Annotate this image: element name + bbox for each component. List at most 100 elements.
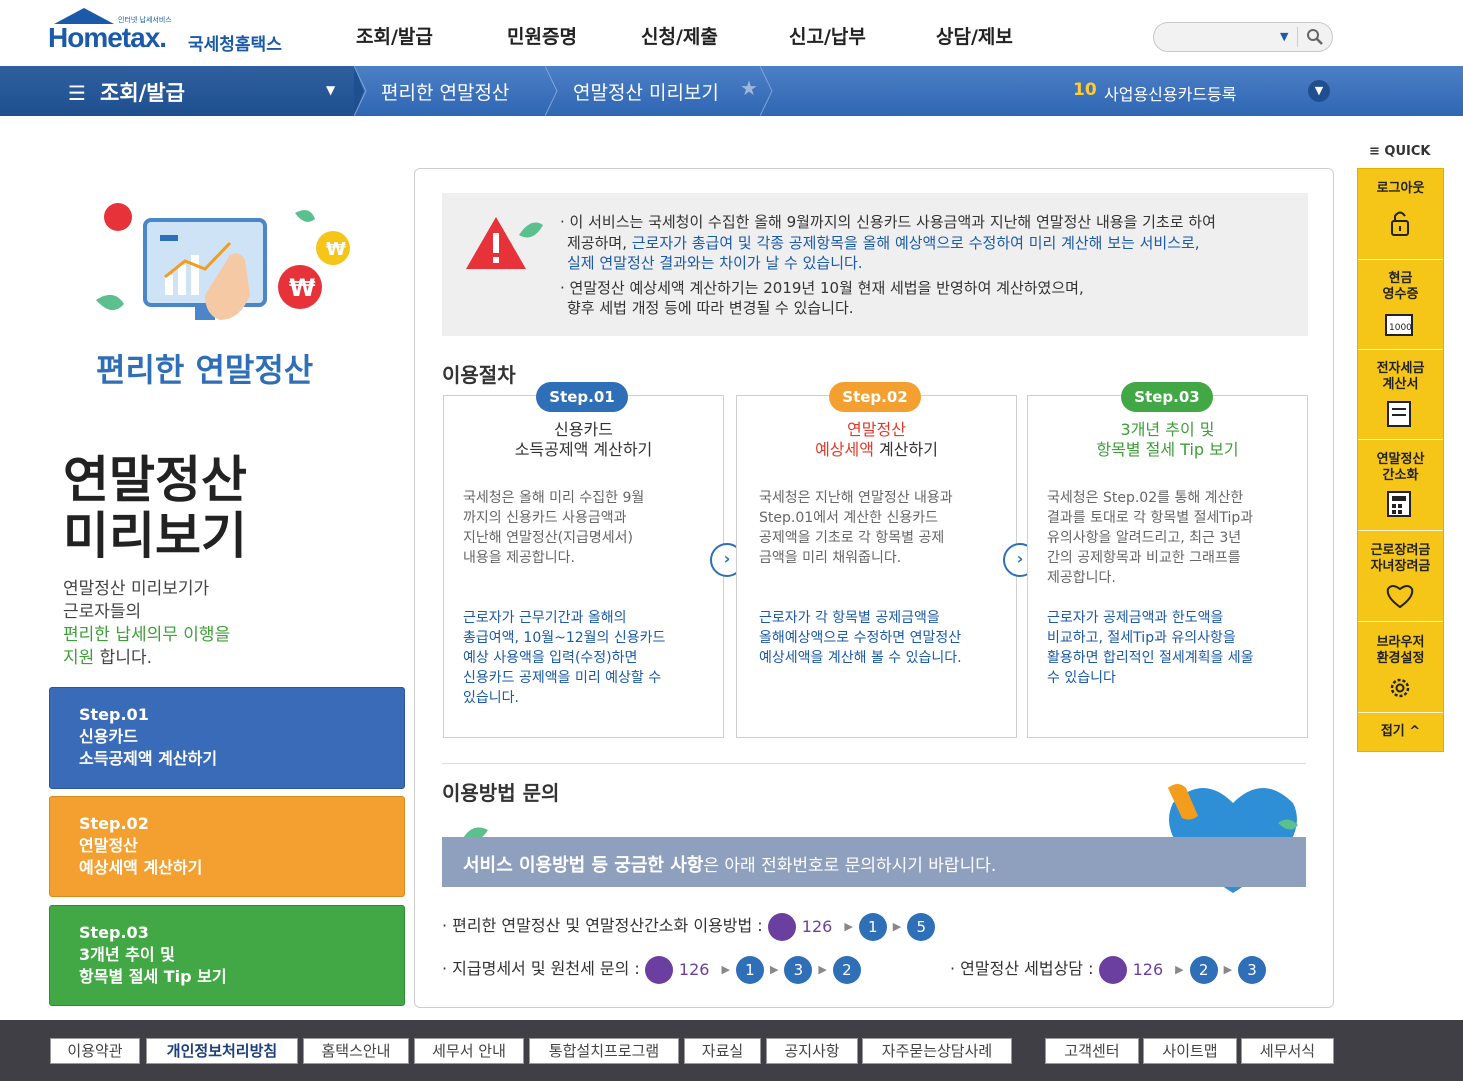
receipt-icon[interactable]: 1000 xyxy=(1382,309,1418,339)
arrow-right-icon: ▶ xyxy=(769,963,779,976)
step02-blue-line: 올해예상액으로 수정하면 연말정산 xyxy=(759,630,962,646)
desc-line4-green: 지원 xyxy=(63,648,95,668)
step03-line2: 3개년 추이 및 xyxy=(79,945,175,964)
header: 인터넷 납세서비스 Hometax. 국세청홈택스 조회/발급 민원증명 신청/… xyxy=(0,0,1463,66)
step01-card-title1: 신용카드 xyxy=(554,420,613,439)
contact-banner-text: 서비스 이용방법 등 궁금한 사항은 아래 전화번호로 문의하시기 바랍니다. xyxy=(463,851,996,877)
step01-blue-line: 예상 사용액을 입력(수정)하면 xyxy=(463,650,638,666)
phone-icon xyxy=(767,912,796,941)
calculator-icon[interactable] xyxy=(1382,489,1418,519)
step03-button[interactable]: Step.03 3개년 추이 및 항목별 절세 Tip 보기 xyxy=(49,905,405,1006)
step02-pill: Step.02 xyxy=(829,382,921,412)
quick-e-tax-invoice[interactable]: 전자세금 계산서 xyxy=(1358,361,1443,393)
search-divider xyxy=(1297,27,1298,47)
phone-line-usage-label: · 편리한 연말정산 및 연말정산간소화 이용방법 : xyxy=(442,916,763,935)
menu-dropdown[interactable]: ☰ 조회/발급 ▼ xyxy=(0,66,355,116)
phone-sequence: 126 ▶ 2 ▶ 3 xyxy=(1098,955,1267,984)
search-icon[interactable] xyxy=(1304,26,1326,48)
invoice-icon[interactable] xyxy=(1382,399,1418,429)
nav-inquiry-issue[interactable]: 조회/발급 xyxy=(356,22,433,49)
breadcrumb-convenient-yearend[interactable]: 편리한 연말정산 xyxy=(381,78,509,105)
step03-label: Step.03 xyxy=(79,923,149,942)
nav-consult-report[interactable]: 상담/제보 xyxy=(936,22,1013,49)
step01-body-line: 까지의 신용카드 사용금액과 xyxy=(463,510,627,526)
popular-rank-number: 10 xyxy=(1073,80,1097,100)
quick-logout[interactable]: 로그아웃 xyxy=(1358,181,1443,197)
step02-body-line: 국세청은 지난해 연말정산 내용과 xyxy=(759,490,953,506)
quick-collapse-label: 접기 xyxy=(1380,724,1405,739)
section-divider xyxy=(442,763,1306,764)
gear-icon[interactable] xyxy=(1382,673,1418,703)
phone-line-tax-consult-label: · 연말정산 세법상담 : xyxy=(950,959,1094,978)
quick-incentive-label1: 근로장려금 xyxy=(1370,543,1431,558)
quick-yearend-simplified[interactable]: 연말정산 간소화 xyxy=(1358,452,1443,484)
footer-link-tax-forms[interactable]: 세무서식 xyxy=(1241,1038,1334,1064)
step01-blue-line: 있습니다. xyxy=(463,690,519,706)
footer-link-terms[interactable]: 이용약관 xyxy=(50,1038,140,1064)
step01-body-line: 내용을 제공합니다. xyxy=(463,550,575,566)
step01-card-highlight: 근로자가 근무기간과 올해의 총급여액, 10월~12월의 신용카드 예상 사용… xyxy=(463,608,693,708)
quick-menu-title: ≡ QUICK xyxy=(1369,144,1431,159)
breadcrumb-yearend-preview[interactable]: 연말정산 미리보기 xyxy=(573,78,719,105)
footer-link-privacy[interactable]: 개인정보처리방침 xyxy=(146,1038,298,1064)
phone-line-withholding: · 지급명세서 및 원천세 문의 : 126 ▶ 1 ▶ 3 ▶ 2 xyxy=(442,955,861,984)
breadcrumb-chevron-icon xyxy=(354,66,367,116)
nav-civil-certificate[interactable]: 민원증명 xyxy=(507,22,577,49)
step02-button[interactable]: Step.02 연말정산 예상세액 계산하기 xyxy=(49,796,405,897)
arrow-right-icon: ▶ xyxy=(844,920,853,933)
hamburger-icon: ☰ xyxy=(68,81,86,105)
nav-report-pay[interactable]: 신고/납부 xyxy=(789,22,866,49)
quick-cash-receipt[interactable]: 현금 영수증 xyxy=(1358,271,1443,303)
quick-title-text: QUICK xyxy=(1384,144,1431,159)
nav-apply-submit[interactable]: 신청/제출 xyxy=(641,22,718,49)
quick-menu: 로그아웃 현금 영수증 1000 전자세금 계산서 연말정산 간소화 근로장려금 xyxy=(1357,168,1444,752)
footer-link-install[interactable]: 통합설치프로그램 xyxy=(529,1038,679,1064)
search-input[interactable] xyxy=(1164,27,1274,47)
step01-body-line: 지난해 연말정산(지급명세서) xyxy=(463,530,633,546)
quick-yearend-label2: 간소화 xyxy=(1382,468,1419,483)
logo-brand: Hometax. xyxy=(48,22,167,53)
notice-line3: 실제 연말정산 결과와는 차이가 날 수 있습니다. xyxy=(567,254,863,272)
heart-hands-icon[interactable] xyxy=(1382,581,1418,611)
footer-link-tax-office[interactable]: 세무서 안내 xyxy=(414,1038,524,1064)
footer-link-customer-center[interactable]: 고객센터 xyxy=(1045,1038,1139,1064)
notice-box: · 이 서비스는 국세청이 수집한 올해 9월까지의 신용카드 사용금액과 지난… xyxy=(442,193,1308,336)
phone-menu-digit: 1 xyxy=(735,955,764,984)
warning-icon xyxy=(466,217,543,269)
quick-earned-income-incentive[interactable]: 근로장려금 자녀장려금 xyxy=(1358,543,1443,575)
step01-label: Step.01 xyxy=(79,705,149,724)
step01-line3: 소득공제액 계산하기 xyxy=(79,749,218,768)
desc-line4-rest: 합니다. xyxy=(94,648,153,668)
unlock-icon[interactable] xyxy=(1382,209,1418,239)
chevron-down-icon[interactable]: ▼ xyxy=(1308,80,1330,102)
quick-cash-receipt-label1: 현금 xyxy=(1388,271,1413,286)
footer-link-faq[interactable]: 자주묻는상담사례 xyxy=(862,1038,1012,1064)
phone-menu-digit: 2 xyxy=(832,955,861,984)
breadcrumb-chevron-icon xyxy=(760,66,773,116)
svg-text:₩: ₩ xyxy=(289,274,316,302)
step03-card-body: 국세청은 Step.02를 통해 계산한 결과를 토대로 각 항목별 절세Tip… xyxy=(1047,488,1283,588)
footer-link-notice[interactable]: 공지사항 xyxy=(766,1038,858,1064)
popular-rank-link[interactable]: 사업용신용카드등록 xyxy=(1104,81,1236,105)
step01-button[interactable]: Step.01 신용카드 소득공제액 계산하기 xyxy=(49,687,405,789)
favorite-star-icon[interactable]: ★ xyxy=(740,76,758,100)
phone-icon xyxy=(1098,955,1127,984)
quick-browser-label1: 브라우저 xyxy=(1376,635,1425,650)
footer-link-sitemap[interactable]: 사이트맵 xyxy=(1143,1038,1237,1064)
quick-collapse-button[interactable]: 접기 ^ xyxy=(1358,724,1443,740)
step01-card-body: 국세청은 올해 미리 수집한 9월 까지의 신용카드 사용금액과 지난해 연말정… xyxy=(463,488,693,568)
quick-separator xyxy=(1358,712,1443,713)
page-title-line1: 연말정산 xyxy=(63,451,247,509)
quick-e-tax-label2: 계산서 xyxy=(1382,377,1419,392)
step02-body-line: Step.01에서 계산한 신용카드 xyxy=(759,510,938,526)
hometax-logo[interactable]: 인터넷 납세서비스 Hometax. 국세청홈택스 xyxy=(48,6,298,56)
desc-line3: 편리한 납세의무 이행을 xyxy=(63,625,231,645)
svg-text:₩: ₩ xyxy=(326,239,346,260)
notice-line5: 향후 세법 개정 등에 따라 변경될 수 있습니다. xyxy=(567,299,854,317)
step03-blue-line: 수 있습니다 xyxy=(1047,670,1116,686)
search-dropdown-icon[interactable]: ▼ xyxy=(1280,30,1288,43)
footer-link-library[interactable]: 자료실 xyxy=(684,1038,761,1064)
quick-browser-settings[interactable]: 브라우저 환경설정 xyxy=(1358,635,1443,667)
footer-link-hometax-guide[interactable]: 홈택스안내 xyxy=(303,1038,409,1064)
notice-line2b: 근로자가 총급여 및 각종 공제항목을 올해 예상액으로 수정하여 미리 계산해… xyxy=(631,234,1200,252)
